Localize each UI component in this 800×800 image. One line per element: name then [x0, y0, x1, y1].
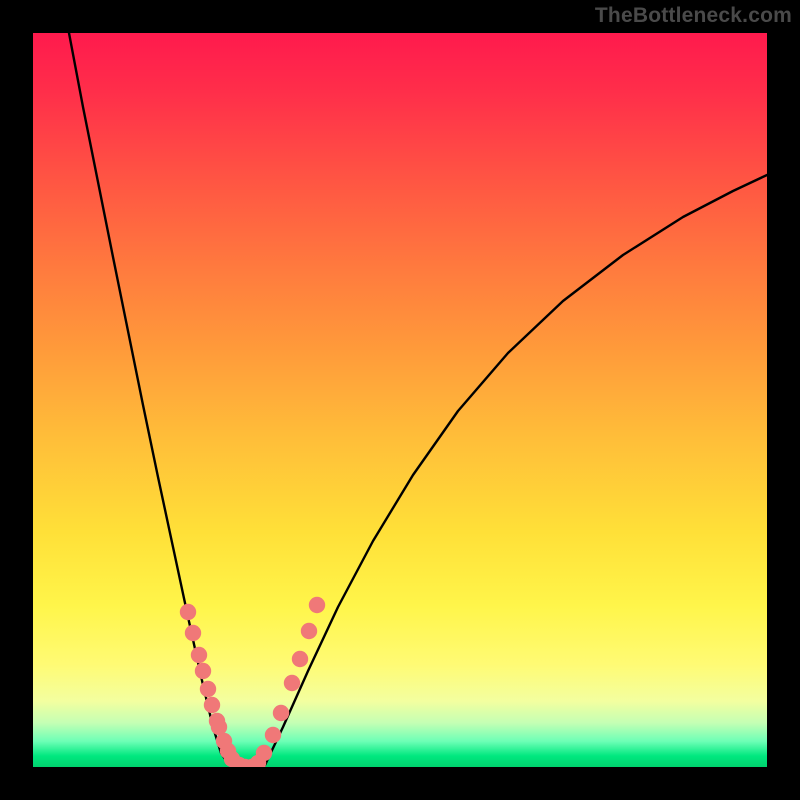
data-point — [195, 663, 211, 679]
data-point — [309, 597, 325, 613]
watermark-text: TheBottleneck.com — [595, 4, 792, 28]
data-point — [204, 697, 220, 713]
data-point — [180, 604, 196, 620]
data-point — [292, 651, 308, 667]
bottleneck-curve — [33, 33, 767, 767]
data-point — [256, 745, 272, 761]
data-point — [284, 675, 300, 691]
data-point — [191, 647, 207, 663]
data-point — [265, 727, 281, 743]
plot-area — [33, 33, 767, 767]
chart-frame: TheBottleneck.com — [0, 0, 800, 800]
data-point — [211, 719, 227, 735]
data-point — [301, 623, 317, 639]
data-point — [200, 681, 216, 697]
curve-path — [69, 33, 767, 767]
data-point — [273, 705, 289, 721]
data-point — [185, 625, 201, 641]
